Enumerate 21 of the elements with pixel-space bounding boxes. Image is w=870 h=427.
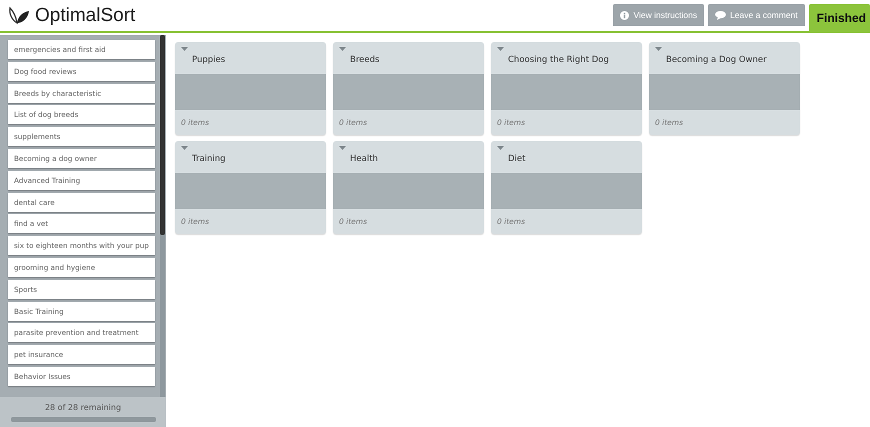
- collapse-caret-icon[interactable]: [655, 47, 662, 51]
- category-title: Training: [191, 153, 226, 164]
- info-icon: [620, 10, 630, 20]
- category-title: Choosing the Right Dog: [507, 54, 609, 65]
- collapse-caret-icon[interactable]: [181, 47, 188, 51]
- speech-bubble-icon: [715, 10, 726, 20]
- collapse-caret-icon[interactable]: [181, 146, 188, 150]
- category-title: Health: [349, 153, 378, 164]
- leaf-logo-icon: [8, 6, 30, 26]
- collapse-caret-icon[interactable]: [497, 146, 504, 150]
- category-title: Breeds: [349, 54, 380, 65]
- collapse-caret-icon[interactable]: [339, 146, 346, 150]
- finished-button[interactable]: Finished: [808, 4, 870, 31]
- scrollbar[interactable]: [160, 35, 165, 397]
- category-title: Diet: [507, 153, 526, 164]
- collapse-caret-icon[interactable]: [497, 47, 504, 51]
- app-logo: OptimalSort: [35, 4, 136, 26]
- category-title: Puppies: [191, 54, 226, 65]
- category-title: Becoming a Dog Owner: [665, 54, 767, 65]
- collapse-caret-icon[interactable]: [339, 47, 346, 51]
- remaining-count: 28 of 28 remaining: [44, 402, 122, 412]
